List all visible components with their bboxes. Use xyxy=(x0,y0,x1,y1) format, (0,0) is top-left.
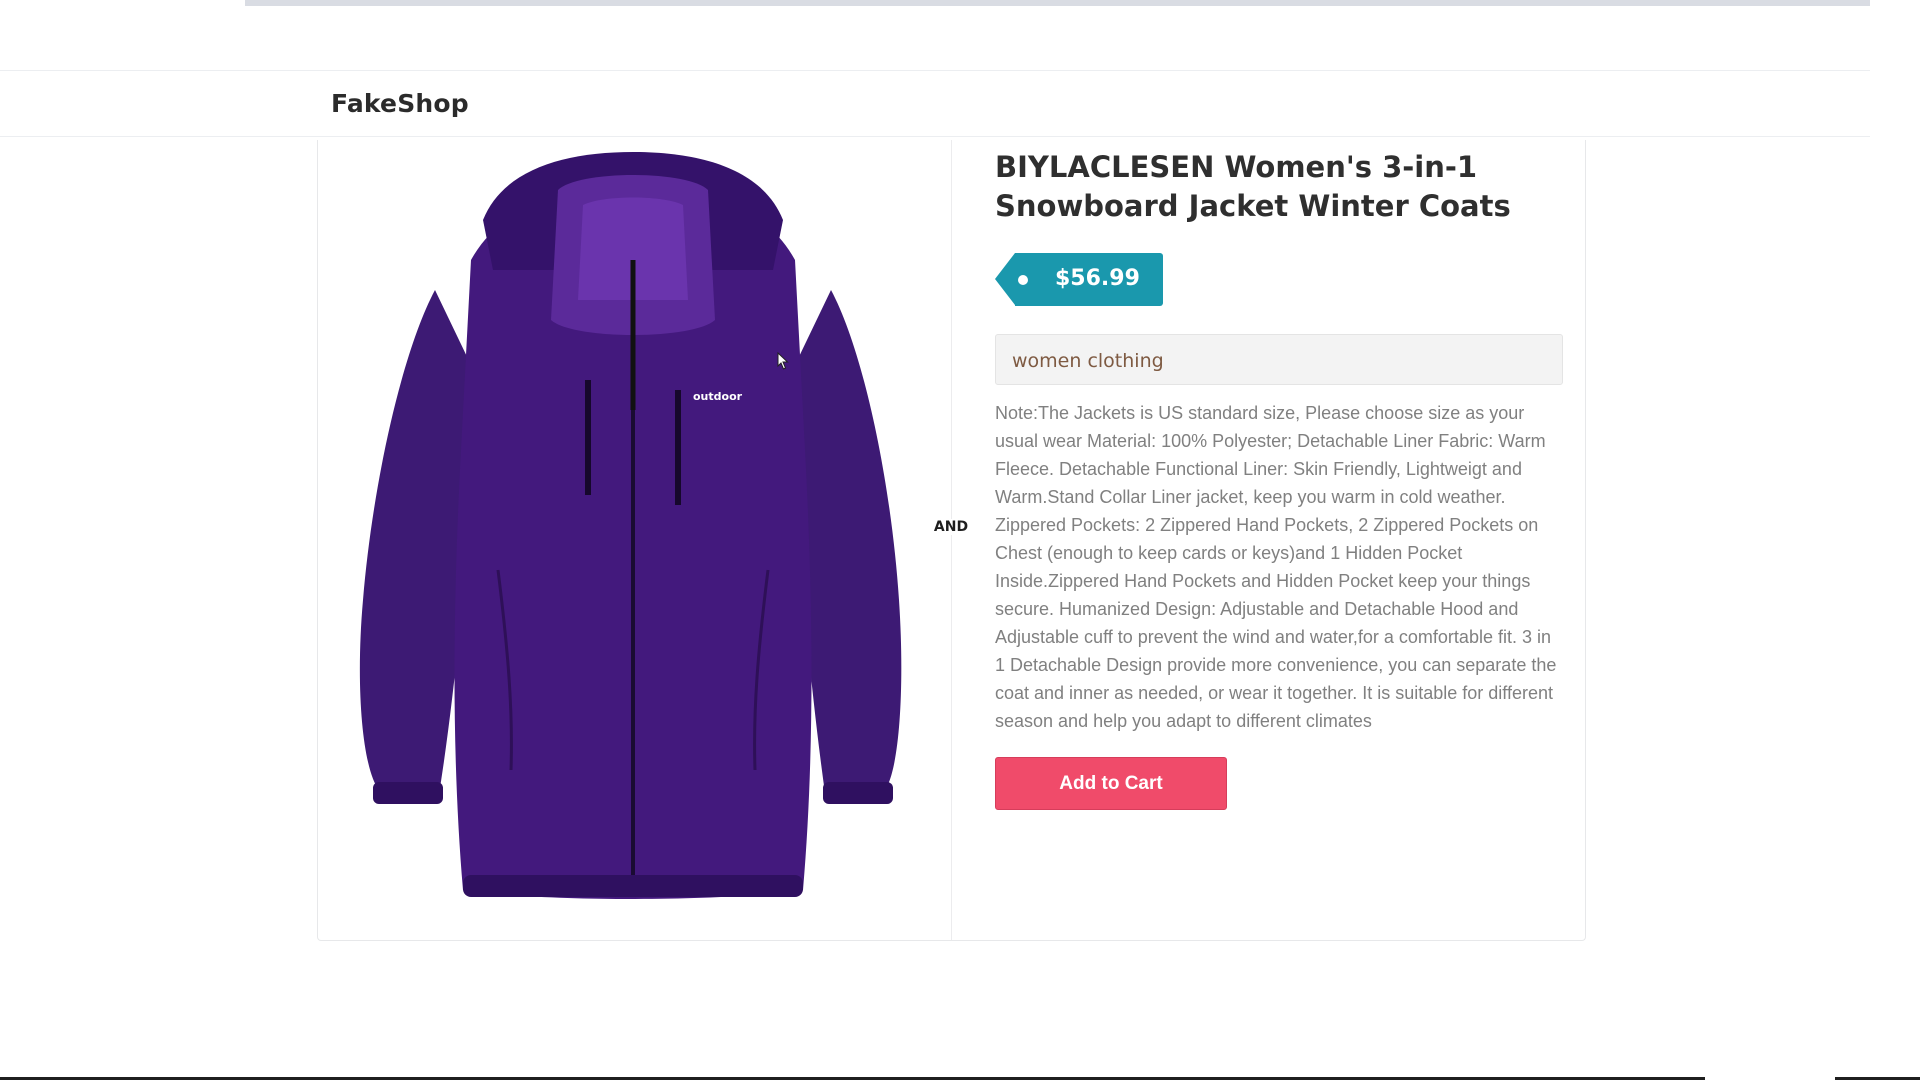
product-image-column: outdoor xyxy=(318,140,952,940)
mouse-cursor-icon xyxy=(777,352,789,370)
browser-top-bar xyxy=(245,0,1870,6)
product-image: outdoor xyxy=(359,152,902,899)
navbar: FakeShop xyxy=(0,70,1870,137)
category-label: women clothing xyxy=(995,334,1563,385)
price-tag: $56.99 xyxy=(995,253,1163,306)
and-label: AND xyxy=(933,519,969,535)
add-to-cart-button[interactable]: Add to Cart xyxy=(995,757,1227,810)
brand-logo[interactable]: FakeShop xyxy=(331,89,469,118)
product-info: BIYLACLESEN Women's 3-in-1 Snowboard Jac… xyxy=(995,148,1565,810)
tag-hole-icon xyxy=(1018,275,1028,285)
product-description: Note:The Jackets is US standard size, Pl… xyxy=(995,403,1557,731)
svg-text:outdoor: outdoor xyxy=(693,390,743,403)
product-price: $56.99 xyxy=(1055,266,1140,291)
product-title: BIYLACLESEN Women's 3-in-1 Snowboard Jac… xyxy=(995,150,1511,223)
